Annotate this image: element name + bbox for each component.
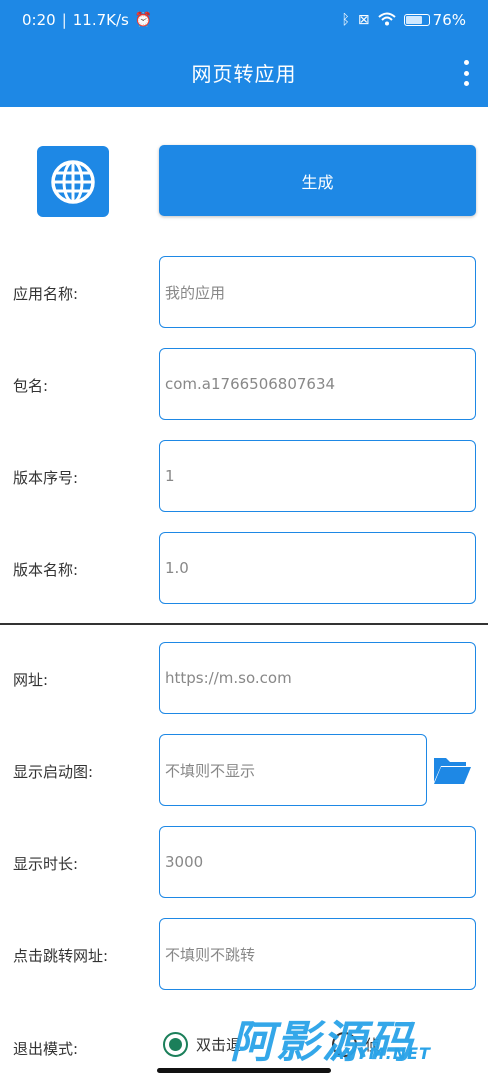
radio-selected-icon bbox=[163, 1032, 188, 1057]
more-options-button[interactable] bbox=[458, 58, 474, 88]
battery-indicator: 76% bbox=[403, 11, 466, 29]
globe-icon bbox=[51, 159, 95, 204]
splash-image-input[interactable]: 不填则不显示 bbox=[159, 734, 427, 806]
mute-alarm-icon: ⏰ bbox=[134, 12, 153, 28]
version-name-input[interactable]: 1.0 bbox=[159, 532, 476, 604]
splash-duration-input[interactable]: 3000 bbox=[159, 826, 476, 898]
version-name-label: 版本名称: bbox=[13, 561, 79, 579]
bluetooth-icon: ᛒ bbox=[341, 12, 350, 28]
exit-mode-label: 退出模式: bbox=[13, 1040, 79, 1058]
app-icon-picker[interactable] bbox=[37, 146, 109, 217]
status-time: 0:20 bbox=[22, 11, 56, 29]
app-name-label: 应用名称: bbox=[13, 285, 79, 303]
splash-image-placeholder: 不填则不显示 bbox=[165, 761, 256, 780]
package-name-label: 包名: bbox=[13, 377, 49, 395]
no-sim-icon: ⊠ bbox=[357, 12, 370, 28]
click-url-placeholder: 不填则不跳转 bbox=[165, 945, 256, 964]
app-name-input[interactable]: 我的应用 bbox=[159, 256, 476, 328]
more-options-icon bbox=[463, 60, 469, 65]
version-code-value: 1 bbox=[165, 467, 175, 485]
package-name-input[interactable]: com.a1766506807634 bbox=[159, 348, 476, 420]
network-speed: 11.7K/s bbox=[72, 11, 129, 29]
splash-duration-value: 3000 bbox=[165, 853, 204, 871]
battery-icon bbox=[403, 14, 430, 26]
click-url-label: 点击跳转网址: bbox=[13, 947, 109, 965]
page-title: 网页转应用 bbox=[191, 62, 297, 86]
wifi-icon bbox=[377, 12, 396, 29]
battery-percent: 76% bbox=[432, 11, 466, 29]
version-code-input[interactable]: 1 bbox=[159, 440, 476, 512]
url-label: 网址: bbox=[13, 671, 49, 689]
version-name-value: 1.0 bbox=[165, 559, 189, 577]
folder-open-icon bbox=[434, 758, 471, 784]
home-indicator[interactable] bbox=[157, 1068, 331, 1073]
status-bar: 0:20 | 11.7K/s ⏰ ᛒ ⊠ 76% bbox=[0, 0, 488, 40]
section-divider bbox=[0, 623, 488, 625]
watermark-subtext: AYYM.NET bbox=[332, 1044, 431, 1063]
app-bar: 网页转应用 bbox=[0, 40, 488, 107]
generate-button[interactable]: 生成 bbox=[159, 145, 476, 216]
package-name-value: com.a1766506807634 bbox=[165, 375, 336, 393]
splash-duration-label: 显示时长: bbox=[13, 855, 79, 873]
url-input[interactable]: https://m.so.com bbox=[159, 642, 476, 714]
click-url-input[interactable]: 不填则不跳转 bbox=[159, 918, 476, 990]
splash-image-label: 显示启动图: bbox=[13, 763, 94, 781]
folder-open-button[interactable] bbox=[432, 754, 472, 786]
app-name-value: 我的应用 bbox=[165, 283, 226, 302]
version-code-label: 版本序号: bbox=[13, 469, 79, 487]
url-value: https://m.so.com bbox=[165, 669, 292, 687]
